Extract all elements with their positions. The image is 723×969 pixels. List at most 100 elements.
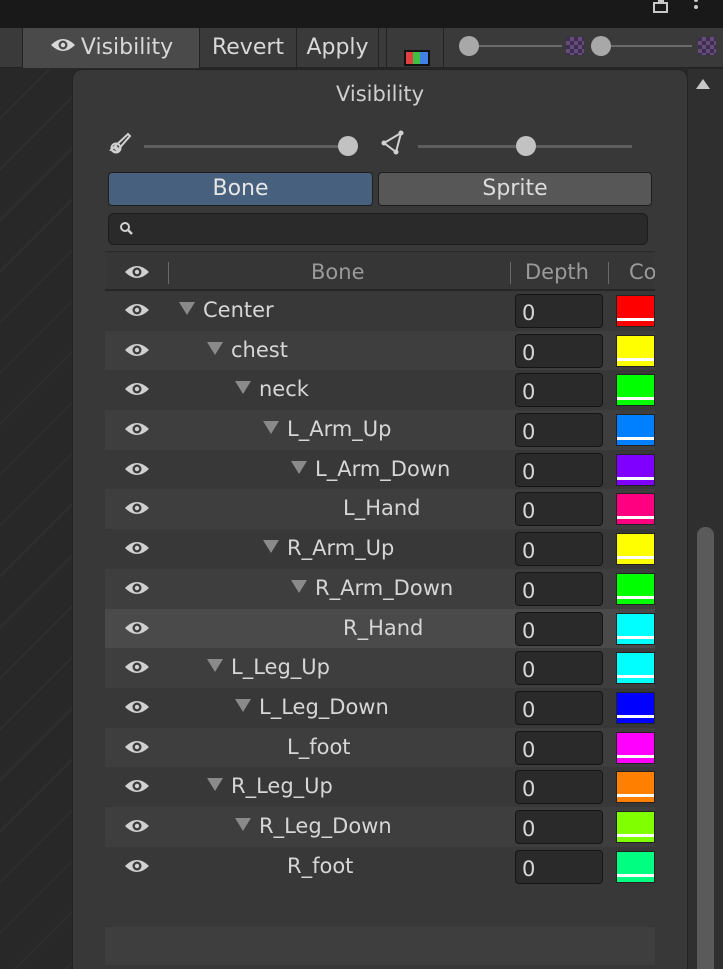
table-row[interactable]: neck 0 (105, 370, 655, 411)
color-swatch[interactable] (616, 731, 655, 764)
bone-opacity-knob[interactable] (338, 136, 358, 156)
eye-icon[interactable] (123, 698, 151, 720)
table-row[interactable]: L_foot 0 (105, 727, 655, 768)
table-row[interactable]: R_Leg_Down 0 (105, 806, 655, 847)
depth-field[interactable]: 0 (515, 730, 603, 765)
eye-icon[interactable] (123, 857, 151, 879)
depth-field[interactable]: 0 (515, 333, 603, 368)
eye-icon[interactable] (123, 777, 151, 799)
bone-name[interactable]: Center (179, 291, 274, 331)
depth-field[interactable]: 0 (515, 571, 603, 606)
expand-arrow-icon[interactable] (263, 540, 279, 554)
table-row[interactable]: R_Arm_Up 0 (105, 529, 655, 569)
expand-arrow-icon[interactable] (179, 302, 195, 315)
table-row[interactable]: R_Leg_Up 0 (105, 767, 655, 807)
table-row[interactable]: L_Arm_Down 0 (105, 449, 655, 490)
bone-opacity-slider[interactable] (144, 145, 339, 148)
eye-icon[interactable] (123, 579, 151, 601)
table-row[interactable]: L_Leg_Down 0 (105, 687, 655, 728)
expand-arrow-icon[interactable] (263, 421, 279, 435)
depth-field[interactable]: 0 (515, 770, 603, 805)
more-icon[interactable] (692, 0, 700, 14)
eye-icon[interactable] (123, 263, 151, 285)
color-swatch[interactable] (616, 691, 655, 724)
expand-arrow-icon[interactable] (207, 659, 223, 673)
toolbar-slider-2-track[interactable] (600, 45, 692, 47)
depth-field[interactable]: 0 (515, 532, 603, 567)
toolbar-slider-1-knob[interactable] (459, 36, 479, 56)
scrollbar[interactable] (688, 69, 723, 969)
depth-field[interactable]: 0 (515, 452, 603, 487)
bone-name[interactable]: L_Leg_Up (207, 648, 330, 688)
eye-icon[interactable] (123, 380, 151, 402)
bone-name[interactable]: chest (207, 331, 288, 371)
expand-arrow-icon[interactable] (207, 341, 223, 355)
table-row[interactable]: chest 0 (105, 330, 655, 371)
color-swatch[interactable] (616, 771, 655, 804)
expand-arrow-icon[interactable] (235, 381, 251, 395)
table-row[interactable]: L_Leg_Up 0 (105, 648, 655, 688)
color-mode-button[interactable] (386, 28, 444, 68)
eye-icon[interactable] (123, 420, 151, 442)
eye-icon[interactable] (123, 539, 151, 561)
column-header-depth[interactable]: Depth (525, 252, 589, 292)
table-row[interactable]: Center 0 (105, 291, 655, 331)
color-swatch[interactable] (616, 533, 655, 566)
color-swatch[interactable] (616, 612, 655, 645)
color-swatch[interactable] (616, 414, 655, 447)
table-row[interactable]: R_Arm_Down 0 (105, 568, 655, 609)
search-field[interactable] (108, 213, 648, 245)
toolbar-slider-1-track[interactable] (470, 45, 562, 47)
depth-field[interactable]: 0 (515, 690, 603, 725)
depth-field[interactable]: 0 (515, 611, 603, 646)
bone-name[interactable]: L_Arm_Down (291, 450, 450, 490)
apply-button[interactable]: Apply (297, 28, 379, 68)
depth-field[interactable]: 0 (515, 492, 603, 527)
color-swatch[interactable] (616, 810, 655, 843)
color-swatch[interactable] (616, 295, 655, 327)
eye-icon[interactable] (123, 738, 151, 760)
bone-name[interactable]: R_Arm_Down (291, 569, 453, 609)
bone-name[interactable]: R_Hand (343, 609, 423, 649)
column-separator[interactable] (608, 262, 609, 284)
column-header-color[interactable]: Co (629, 252, 655, 292)
expand-arrow-icon[interactable] (291, 579, 307, 593)
depth-field[interactable]: 0 (515, 849, 603, 884)
bone-name[interactable]: neck (235, 370, 309, 410)
color-swatch[interactable] (616, 374, 655, 407)
depth-field[interactable]: 0 (515, 413, 603, 448)
tab-bone[interactable]: Bone (108, 172, 373, 206)
expand-arrow-icon[interactable] (291, 460, 307, 474)
bone-name[interactable]: L_Arm_Up (263, 410, 392, 450)
scrollbar-thumb[interactable] (697, 527, 714, 969)
color-swatch[interactable] (616, 334, 655, 367)
revert-button[interactable]: Revert (200, 28, 297, 68)
bone-name[interactable]: L_foot (287, 728, 351, 768)
color-swatch[interactable] (616, 652, 655, 685)
scroll-up-arrow-icon[interactable] (696, 79, 710, 89)
bone-name[interactable]: R_Leg_Down (235, 807, 392, 847)
eye-icon[interactable] (123, 817, 151, 839)
bone-name[interactable]: L_Leg_Down (235, 688, 389, 728)
expand-arrow-icon[interactable] (235, 817, 251, 831)
toolbar-slider-2-knob[interactable] (591, 36, 611, 56)
mesh-opacity-knob[interactable] (516, 136, 536, 156)
depth-field[interactable]: 0 (515, 651, 603, 686)
expand-arrow-icon[interactable] (207, 778, 223, 792)
table-row[interactable]: L_Arm_Up 0 (105, 410, 655, 450)
color-swatch[interactable] (616, 850, 655, 883)
depth-field[interactable]: 0 (515, 809, 603, 844)
eye-icon[interactable] (123, 658, 151, 680)
table-row[interactable]: R_foot 0 (105, 846, 655, 887)
column-header-bone[interactable]: Bone (311, 252, 364, 292)
eye-icon[interactable] (123, 499, 151, 521)
color-swatch[interactable] (616, 572, 655, 605)
bone-name[interactable]: R_Leg_Up (207, 767, 333, 807)
column-separator[interactable] (168, 262, 169, 284)
column-separator[interactable] (510, 262, 511, 284)
table-row[interactable]: L_Hand 0 (105, 489, 655, 530)
expand-arrow-icon[interactable] (235, 698, 251, 712)
depth-field[interactable]: 0 (515, 373, 603, 408)
bone-name[interactable]: R_Arm_Up (263, 529, 394, 569)
eye-icon[interactable] (123, 301, 151, 323)
